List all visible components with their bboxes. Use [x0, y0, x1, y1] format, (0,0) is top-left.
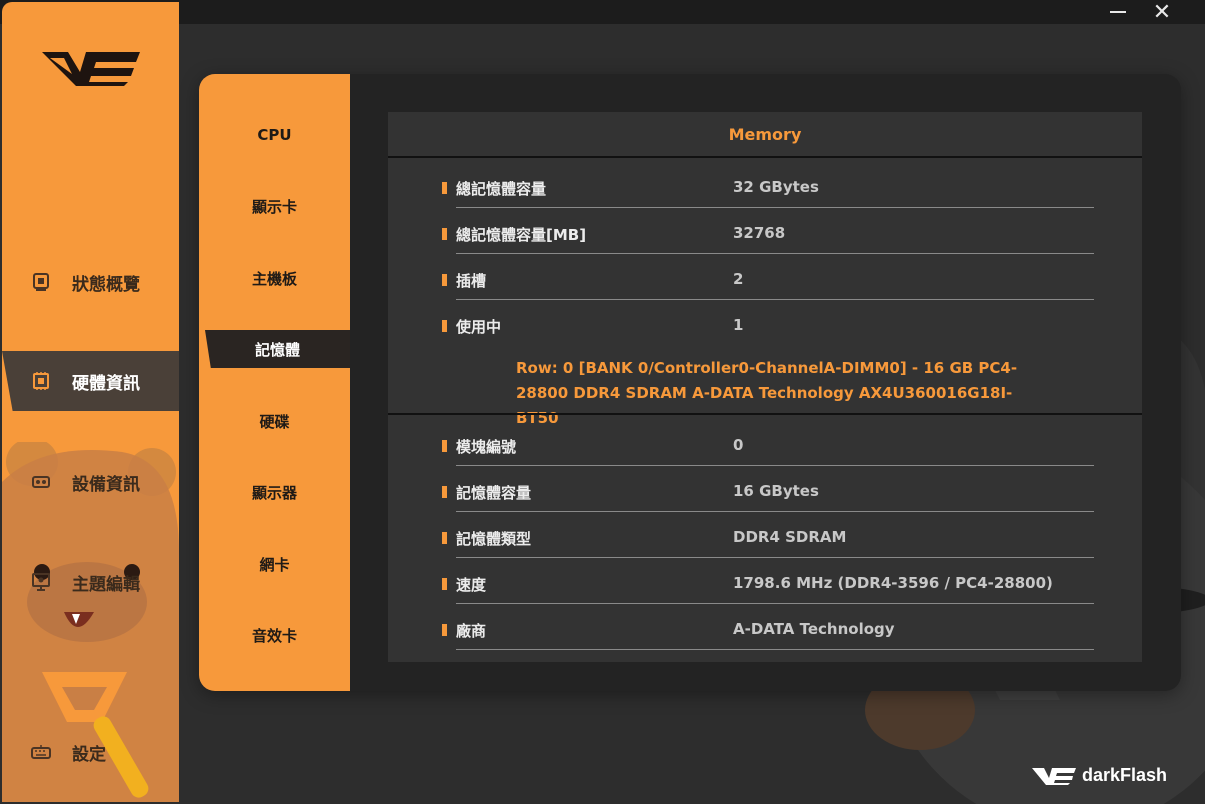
keyboard-icon [30, 741, 52, 763]
info-row: 插槽 2 [440, 254, 1094, 300]
info-key: 總記憶體容量[MB] [456, 226, 587, 244]
sidebar-item-label: 硬體資訊 [72, 373, 140, 394]
bullet-marker [442, 578, 447, 590]
sidebar-item-device-info[interactable]: 設備資訊 [2, 452, 179, 512]
bullet-marker [442, 486, 447, 498]
sidebar-item-label: 主題編輯 [72, 574, 140, 595]
info-value: 32 GBytes [733, 178, 819, 196]
minimize-icon [1110, 11, 1126, 13]
sidebar-item-status-overview[interactable]: 狀態概覽 [2, 252, 179, 312]
info-row: 總記憶體容量 32 GBytes [440, 162, 1094, 208]
hardware-subnav: CPU 顯示卡 主機板 記憶體 硬碟 顯示器 網卡 音效卡 [199, 74, 350, 691]
info-value: 1 [733, 316, 744, 334]
memory-info-card: Memory 總記憶體容量 32 GBytes 總記憶體容量[MB] 32768… [388, 112, 1142, 662]
section-divider [388, 413, 1142, 415]
info-row: 記憶體類型 DDR4 SDRAM [440, 512, 1094, 558]
info-key: 插槽 [456, 272, 487, 290]
info-row: 記憶體容量 16 GBytes [440, 466, 1094, 512]
page-title: Memory [388, 112, 1142, 158]
info-row: 廠商 A-DATA Technology [440, 604, 1094, 650]
darkflash-mark-icon [1032, 767, 1076, 785]
info-value: 2 [733, 270, 744, 288]
info-key: 記憶體類型 [456, 530, 532, 548]
sidebar-item-label: 設定 [72, 744, 106, 765]
tab-sound-card[interactable]: 音效卡 [199, 616, 350, 654]
info-value: A-DATA Technology [733, 620, 895, 638]
info-key: 使用中 [456, 318, 502, 336]
tab-motherboard[interactable]: 主機板 [199, 259, 350, 297]
info-row: 模塊編號 0 [440, 420, 1094, 466]
minimize-button[interactable] [1096, 0, 1140, 24]
info-row: 速度 1798.6 MHz (DDR4-3596 / PC4-28800) [440, 558, 1094, 604]
brand-name: darkFlash [1082, 765, 1168, 785]
info-value: 0 [733, 436, 744, 454]
info-row: 總記憶體容量[MB] 32768 [440, 208, 1094, 254]
sidebar: 狀態概覽 硬體資訊 設備資訊 主題編輯 設定 [2, 2, 179, 802]
info-value: 1798.6 MHz (DDR4-3596 / PC4-28800) [733, 574, 1053, 592]
info-key: 總記憶體容量 [456, 180, 547, 198]
sidebar-item-label: 設備資訊 [72, 474, 140, 495]
device-icon [30, 471, 52, 493]
darkflash-logo-icon [42, 52, 140, 86]
close-icon: ✕ [1152, 0, 1172, 25]
bullet-marker [442, 440, 447, 452]
hardware-panel: CPU 顯示卡 主機板 記憶體 硬碟 顯示器 網卡 音效卡 Memory 總記憶… [199, 74, 1181, 691]
bullet-marker [442, 320, 447, 332]
info-value: 32768 [733, 224, 786, 242]
info-key: 模塊編號 [456, 438, 517, 456]
row-divider [456, 649, 1094, 650]
tab-cpu[interactable]: CPU [199, 116, 350, 154]
brand-logo: darkFlash [1032, 765, 1167, 786]
bullet-marker [442, 182, 447, 194]
tab-graphics-card[interactable]: 顯示卡 [199, 187, 350, 225]
tab-memory[interactable]: 記憶體 [205, 330, 350, 368]
theme-icon [30, 571, 52, 593]
monitor-icon [30, 271, 52, 293]
sidebar-item-label: 狀態概覽 [72, 274, 140, 295]
tab-network-card[interactable]: 網卡 [199, 545, 350, 583]
title-bar [0, 0, 1205, 24]
info-value: 16 GBytes [733, 482, 819, 500]
chip-icon [30, 370, 52, 392]
close-button[interactable]: ✕ [1140, 0, 1184, 25]
bullet-marker [442, 228, 447, 240]
sidebar-item-settings[interactable]: 設定 [2, 722, 179, 782]
info-row: 使用中 1 [440, 300, 1094, 346]
tab-display[interactable]: 顯示器 [199, 473, 350, 511]
info-key: 速度 [456, 576, 487, 594]
info-key: 廠商 [456, 622, 487, 640]
info-key: 記憶體容量 [456, 484, 532, 502]
tab-disk[interactable]: 硬碟 [199, 402, 350, 440]
bullet-marker [442, 274, 447, 286]
bullet-marker [442, 532, 447, 544]
bullet-marker [442, 624, 447, 636]
info-value: DDR4 SDRAM [733, 528, 847, 546]
sidebar-item-theme-editor[interactable]: 主題編輯 [2, 552, 179, 612]
sidebar-item-hardware-info[interactable]: 硬體資訊 [2, 351, 179, 411]
